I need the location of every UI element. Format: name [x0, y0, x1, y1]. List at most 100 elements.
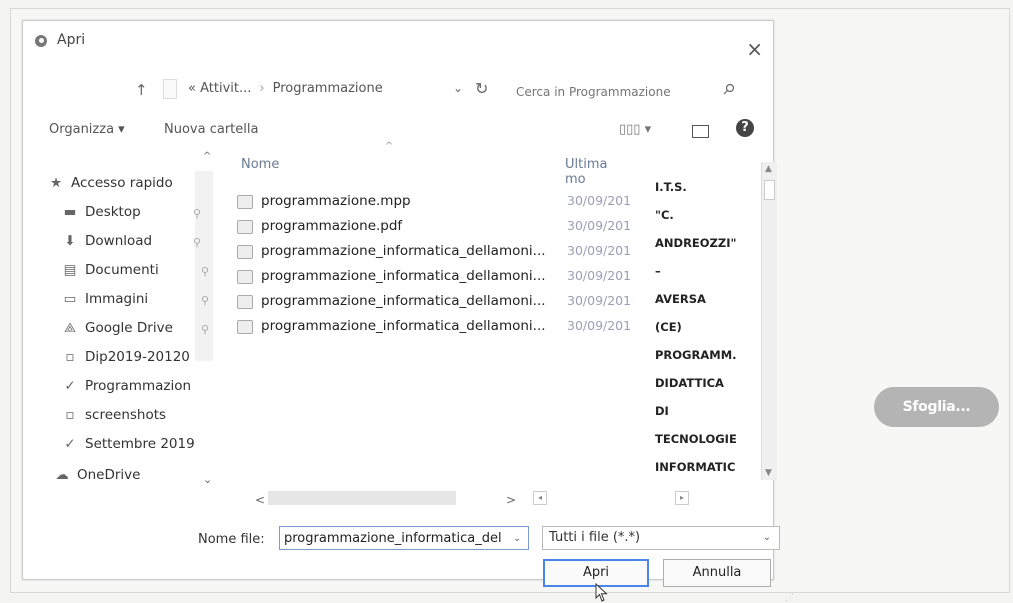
pin-icon: ⚲ [201, 265, 210, 278]
filename-input[interactable] [279, 526, 529, 550]
pdf-file-icon [237, 220, 253, 234]
preview-line: (CE) [655, 320, 682, 334]
nav-item-screenshots[interactable]: ▫ screenshots [61, 407, 166, 429]
organize-menu[interactable]: Organizza ▾ [49, 122, 125, 137]
chrome-app-icon [35, 35, 47, 47]
scroll-left-icon[interactable]: ◂ [533, 491, 547, 505]
nav-item-immagini[interactable]: ▭ Immagini ⚲ [61, 291, 209, 313]
cloud-icon: ☁ [55, 467, 69, 479]
breadcrumb-separator: › [259, 81, 265, 96]
preview-horizontal-scrollbar[interactable]: ◂ ▸ [533, 491, 793, 505]
preview-scrollbar[interactable]: ▲ ▼ [761, 162, 777, 480]
preview-line: ANDREOZZI" [655, 236, 737, 250]
folder-icon: ▫ [65, 407, 75, 423]
scroll-thumb[interactable] [764, 180, 775, 200]
address-bar: ↑ « Attivit... › Programmazione ⌄ ↻ [23, 75, 773, 105]
column-header-name[interactable]: Nome [241, 157, 279, 172]
preview-pane: I.T.S. "C. ANDREOZZI" – AVERSA (CE) PROG… [655, 173, 747, 474]
chevron-down-icon: ⌄ [762, 532, 771, 543]
preview-line: PROGRAMM. [655, 348, 737, 362]
check-folder-icon: ✓ [64, 378, 76, 394]
file-list: ^ Nome Ultima mo programmazione.mpp 30/09… [237, 141, 631, 477]
resize-grip-icon[interactable]: ⋰ [785, 593, 794, 603]
file-name: programmazione.pdf [261, 218, 403, 234]
scroll-down-icon[interactable]: ▼ [765, 468, 772, 478]
preview-pane-icon[interactable] [692, 125, 709, 138]
refresh-icon[interactable]: ↻ [475, 79, 488, 98]
filetype-value: Tutti i file (*.*) [549, 530, 641, 545]
dialog-titlebar: Apri × [23, 21, 773, 61]
download-icon: ⬇ [64, 233, 76, 249]
document-file-icon [237, 320, 253, 334]
nav-item-label: Programmazion [85, 378, 192, 394]
close-button[interactable]: × [746, 39, 763, 59]
preview-line: – [655, 264, 661, 278]
filename-dropdown-icon[interactable]: ⌄ [513, 533, 521, 544]
view-options-menu[interactable]: ▯▯▯ ▾ [619, 122, 651, 137]
new-folder-button[interactable]: Nuova cartella [164, 122, 258, 137]
file-name: programmazione_informatica_dellamoni... [261, 293, 546, 309]
open-file-dialog: Apri × ↑ « Attivit... › Programmazione ⌄ ↻… [22, 20, 794, 603]
folder-icon: ▫ [65, 349, 75, 365]
nav-item-google-drive[interactable]: ⟁ Google Drive ⚲ [61, 320, 209, 342]
help-icon[interactable]: ? [736, 119, 754, 137]
nav-item-label: Download [85, 233, 153, 249]
desktop-icon: ▬ [63, 204, 77, 220]
preview-line: INFORMATIC [655, 460, 736, 474]
breadcrumb-parent[interactable]: Attivit... [200, 81, 251, 96]
nav-item-desktop[interactable]: ▬ Desktop ⚲ [61, 204, 201, 226]
scroll-right-icon[interactable]: > [506, 493, 516, 507]
nav-item-settembre-2019[interactable]: ✓ Settembre 2019 [61, 436, 195, 458]
file-name: programmazione_informatica_dellamoni... [261, 318, 546, 334]
up-arrow-icon[interactable]: ↑ [135, 81, 148, 99]
preview-line: DI [655, 404, 669, 418]
scroll-right-icon[interactable]: ▸ [675, 491, 689, 505]
pin-icon: ⚲ [201, 294, 210, 307]
pictures-icon: ▭ [63, 291, 77, 307]
filename-label: Nome file: [198, 532, 265, 547]
nav-item-download[interactable]: ⬇ Download ⚲ [61, 233, 201, 255]
breadcrumb-current[interactable]: Programmazione [273, 81, 383, 96]
breadcrumb[interactable]: « Attivit... › Programmazione [188, 81, 383, 96]
nav-item-label: Google Drive [85, 320, 173, 336]
filetype-select[interactable]: Tutti i file (*.*) ⌄ [542, 526, 780, 550]
sort-ascending-icon: ^ [385, 141, 394, 152]
star-icon: ★ [49, 175, 63, 191]
address-dropdown-icon[interactable]: ⌄ [453, 81, 463, 95]
nav-item-programmazione[interactable]: ✓ Programmazion [61, 378, 191, 400]
search-icon[interactable] [723, 83, 735, 95]
folder-location-icon [163, 79, 177, 99]
nav-item-label: Accesso rapido [71, 175, 173, 191]
preview-line: "C. [655, 208, 674, 222]
nav-item-label: Settembre 2019 [85, 436, 195, 452]
preview-line: DIDATTICA [655, 376, 724, 390]
navigation-pane: ★ Accesso rapido ▬ Desktop ⚲ ⬇ Download ⚲ ▤ Do… [47, 151, 219, 491]
preview-line: TECNOLOGIE [655, 432, 737, 446]
file-date: 30/09/201 [567, 268, 632, 283]
breadcrumb-prefix: « [188, 81, 196, 96]
preview-line: AVERSA [655, 292, 706, 306]
file-name: programmazione_informatica_dellamoni... [261, 243, 546, 259]
file-date: 30/09/201 [567, 218, 632, 233]
cancel-button[interactable]: Annulla [663, 559, 771, 587]
preview-line: I.T.S. [655, 180, 687, 194]
file-date: 30/09/201 [567, 293, 632, 308]
dialog-toolbar: Organizza ▾ Nuova cartella ▯▯▯ ▾ ? [23, 117, 773, 145]
nav-item-documenti[interactable]: ▤ Documenti ⚲ [61, 262, 209, 284]
project-file-icon [237, 195, 253, 209]
column-header-date[interactable]: Ultima mo [565, 157, 627, 187]
nav-item-onedrive[interactable]: ☁ OneDrive [53, 467, 140, 479]
scroll-left-icon[interactable]: < [255, 493, 265, 507]
file-name: programmazione.mpp [261, 193, 411, 209]
document-file-icon [237, 270, 253, 284]
browse-button[interactable]: Sfoglia... [874, 387, 999, 427]
check-folder-icon: ✓ [64, 436, 76, 452]
scroll-up-icon[interactable]: ▲ [765, 164, 772, 174]
horizontal-scroll-thumb[interactable] [268, 491, 456, 505]
pin-icon: ⚲ [193, 207, 202, 220]
search-input[interactable] [516, 81, 716, 103]
documents-icon: ▤ [63, 262, 77, 278]
nav-item-dip2019[interactable]: ▫ Dip2019-20120 [61, 349, 189, 371]
nav-item-accesso-rapido[interactable]: ★ Accesso rapido [47, 175, 173, 197]
pin-icon: ⚲ [201, 323, 210, 336]
